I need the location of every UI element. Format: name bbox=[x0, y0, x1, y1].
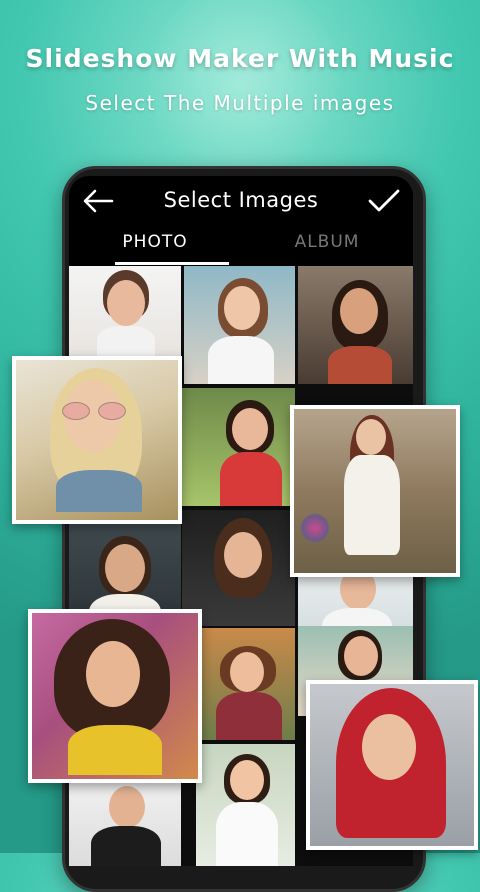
grid-photo[interactable] bbox=[196, 628, 295, 740]
featured-photo[interactable] bbox=[290, 405, 460, 577]
tab-photo[interactable]: PHOTO bbox=[69, 232, 241, 252]
grid-photo[interactable] bbox=[69, 782, 181, 866]
featured-photo[interactable] bbox=[12, 356, 182, 524]
grid-photo[interactable] bbox=[69, 266, 181, 356]
promo-subtitle: Select The Multiple images bbox=[85, 91, 395, 115]
grid-photo[interactable] bbox=[196, 744, 295, 866]
app-bar: Select Images bbox=[69, 176, 413, 226]
tab-indicator bbox=[115, 262, 229, 265]
featured-photo[interactable] bbox=[28, 609, 202, 783]
featured-photo[interactable] bbox=[306, 680, 478, 850]
checkmark-icon[interactable] bbox=[367, 188, 401, 214]
grid-photo[interactable] bbox=[184, 266, 295, 384]
screen-title: Select Images bbox=[163, 188, 319, 212]
tab-album[interactable]: ALBUM bbox=[241, 232, 413, 252]
tab-bar: PHOTO ALBUM bbox=[69, 226, 413, 266]
grid-photo[interactable] bbox=[182, 388, 295, 506]
grid-photo[interactable] bbox=[298, 266, 413, 384]
promo-title: Slideshow Maker With Music bbox=[25, 44, 455, 73]
